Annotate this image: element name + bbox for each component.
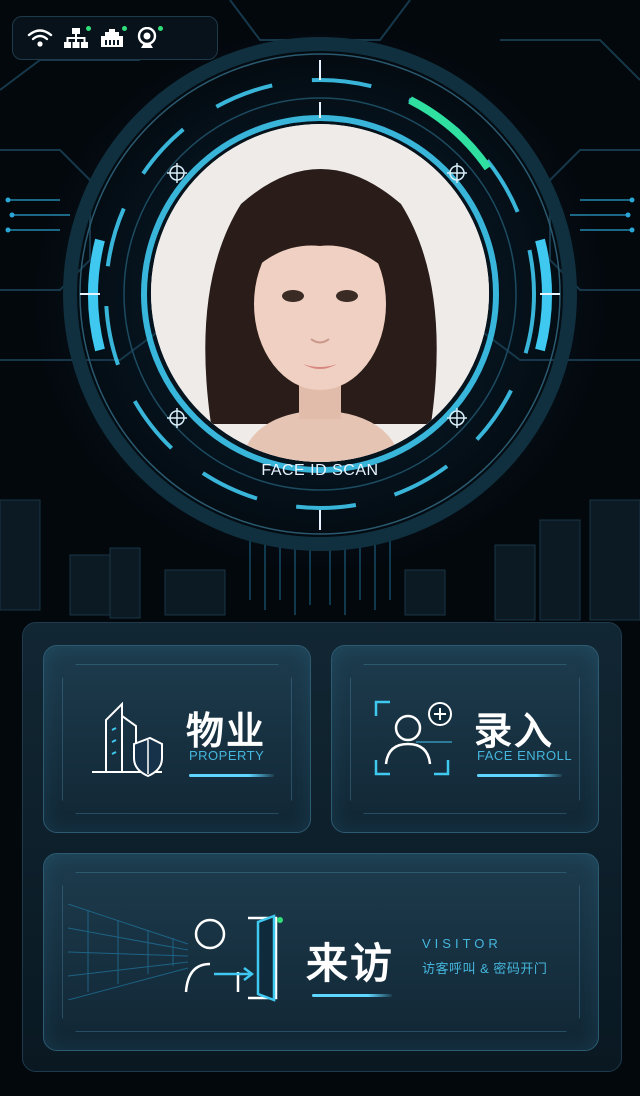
menu-panel: 物业 PROPERTY 录入 FACE ENROLL 来访 VISITOR 访客… [22,622,622,1072]
visitor-underline [312,994,392,997]
property-card[interactable]: 物业 PROPERTY [43,645,311,833]
face-photo [151,124,489,462]
face-enroll-card[interactable]: 录入 FACE ENROLL [331,645,599,833]
visitor-door-icon [184,914,283,1002]
face-portrait-image [151,124,489,462]
property-subtitle: PROPERTY [189,748,265,763]
property-underline [189,774,274,777]
visitor-title: 来访 [306,939,395,988]
enroll-title: 录入 [474,709,555,753]
visitor-card[interactable]: 来访 VISITOR 访客呼叫 & 密码开门 [43,853,599,1051]
enroll-underline [477,774,562,777]
property-title: 物业 [186,709,267,753]
visitor-description: 访客呼叫 & 密码开门 [422,961,548,976]
face-id-scan-label: FACE ID SCAN [261,462,379,479]
building-shield-icon [92,701,163,778]
enroll-subtitle: FACE ENROLL [477,748,573,763]
visitor-subtitle: VISITOR [422,936,502,951]
face-enroll-icon [374,700,452,776]
